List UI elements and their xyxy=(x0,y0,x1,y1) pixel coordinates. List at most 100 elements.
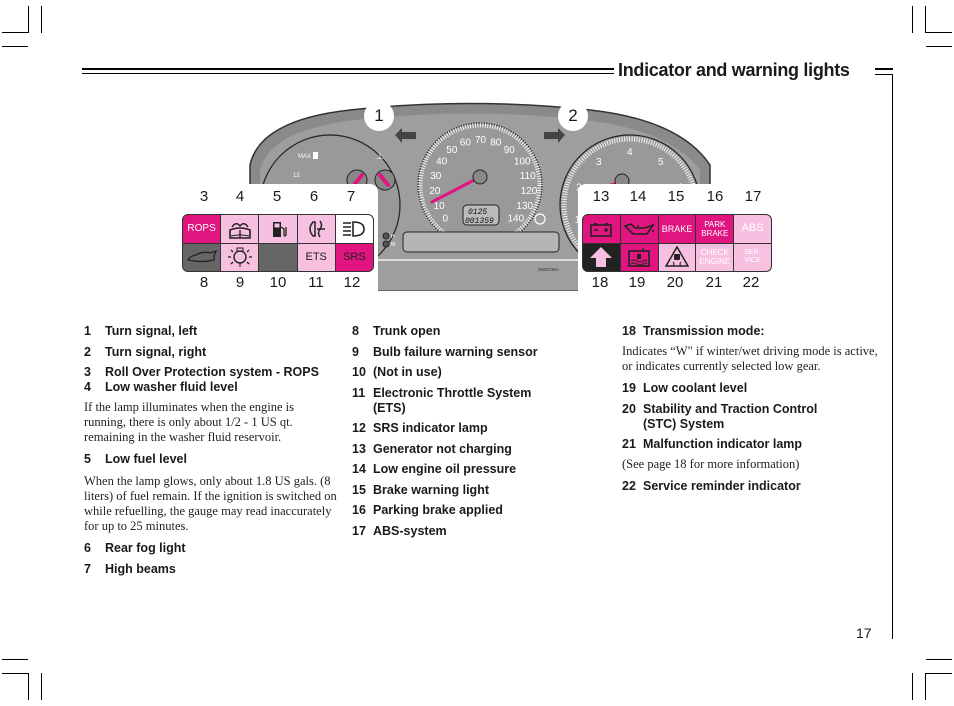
srs-lamp: SRS xyxy=(335,243,373,271)
legend-item: 17 ABS-system xyxy=(352,524,607,539)
brake-lamp: BRAKE xyxy=(658,215,696,243)
speed-dial-label: 40 xyxy=(436,157,448,168)
page-number: 17 xyxy=(856,625,872,641)
item-title: High beams xyxy=(105,561,176,576)
callout-2: 2 xyxy=(558,101,588,131)
speed-dial-label: 0 xyxy=(443,214,449,225)
legend-item: 12 SRS indicator lamp xyxy=(352,421,607,436)
item-title: Transmission mode: xyxy=(643,324,765,338)
item-title: Turn signal, right xyxy=(105,344,207,359)
oil-can-icon xyxy=(623,222,656,235)
callout-number: 4 xyxy=(235,188,245,205)
speed-dial-label: 70 xyxy=(475,135,487,146)
legend-column-left: 1 Turn signal, left 2 Turn signal, right 3… xyxy=(84,324,339,582)
item-number: 12 xyxy=(352,421,366,435)
check-engine-label: ENGINE xyxy=(699,257,731,267)
item-description: Indicates “W" if winter/wet driving mode… xyxy=(622,344,878,373)
speed-dial-label: 10 xyxy=(434,201,446,212)
fuel-lamp xyxy=(259,215,297,243)
brake-label: BRAKE xyxy=(661,223,693,234)
page-title: Indicator and warning lights xyxy=(618,60,850,80)
item-number: 5 xyxy=(84,452,91,466)
temperature-icon: ⊥ xyxy=(376,151,384,161)
crop-mark xyxy=(912,673,913,700)
crop-mark xyxy=(926,673,952,674)
crop-mark xyxy=(912,6,913,33)
right-warning-panel: BRAKE PARK BRAKE ABS CHECK ENGINE SER- V… xyxy=(582,214,772,272)
right-panel-top-numbers: 13 14 15 16 17 xyxy=(582,188,772,205)
fuel-max-label: MAX xyxy=(298,154,311,160)
item-number: 15 xyxy=(352,482,366,497)
item-number: 6 xyxy=(84,541,91,555)
legend-item: 11 Electronic Throttle System (ETS) xyxy=(352,386,552,416)
coolant-icon xyxy=(628,248,650,268)
item-number: 2 xyxy=(84,344,91,359)
crop-mark xyxy=(2,46,28,47)
callout-number: 7 xyxy=(346,188,356,205)
callout-number: 11 xyxy=(308,274,324,291)
check-engine-lamp: CHECK ENGINE xyxy=(696,243,734,271)
callout-number: 17 xyxy=(744,188,762,205)
item-number: 14 xyxy=(352,462,366,476)
item-description: If the lamp illuminates when the engine … xyxy=(84,400,295,444)
speed-dial-label: 80 xyxy=(490,138,502,149)
rear-fog-lamp xyxy=(297,215,335,243)
image-code: 3600738A xyxy=(538,267,559,272)
message-display xyxy=(402,231,560,253)
trip-odometer: 0125 xyxy=(468,208,487,217)
crop-mark xyxy=(926,659,952,660)
svg-text:M: M xyxy=(391,242,395,248)
callout-number: 18 xyxy=(591,274,609,291)
bulb-failure-lamp xyxy=(221,243,259,271)
not-in-use-lamp xyxy=(259,243,297,271)
item-number: 16 xyxy=(352,503,366,517)
legend-item: 5 Low fuel level xyxy=(84,452,339,467)
rpm-dial-label: 3 xyxy=(596,157,602,168)
legend-item: 2 Turn signal, right xyxy=(84,345,339,360)
item-title: Electronic Throttle System (ETS) xyxy=(373,385,532,415)
fuel-pump-icon xyxy=(272,221,287,237)
srs-label: SRS xyxy=(343,250,366,263)
legend-item: 1 Turn signal, left xyxy=(84,324,339,339)
speed-dial-label: 50 xyxy=(446,145,458,156)
item-description: When the lamp glows, only about 1.8 US g… xyxy=(84,474,337,533)
callout-number: 15 xyxy=(667,188,685,205)
abs-lamp: ABS xyxy=(734,215,771,243)
item-number: 4 xyxy=(84,380,91,394)
high-beam-lamp xyxy=(335,215,373,243)
rops-label: ROPS xyxy=(187,223,216,234)
legend-item: 8 Trunk open xyxy=(352,324,607,339)
item-number: 11 xyxy=(352,385,366,400)
crop-mark xyxy=(28,673,29,700)
legend-item: 7 High beams xyxy=(84,562,339,577)
callout-number: 8 xyxy=(199,274,209,291)
speed-dial-label: 140 xyxy=(508,214,525,225)
crop-mark xyxy=(2,659,28,660)
left-panel-bottom-numbers: 8 9 10 11 12 xyxy=(186,274,370,291)
legend-item: 22 Service reminder indicator xyxy=(622,479,880,494)
callout-number: 10 xyxy=(269,274,287,291)
callout-number: 5 xyxy=(272,188,282,205)
callout-number: 9 xyxy=(235,274,245,291)
item-title: Rear fog light xyxy=(105,541,186,555)
washer-fluid-icon xyxy=(228,222,251,239)
stc-lamp xyxy=(658,243,696,271)
item-number: 10 xyxy=(352,365,366,379)
item-number: 13 xyxy=(352,441,366,456)
fuel-icon xyxy=(313,152,318,159)
left-warning-panel: ROPS ETS SRS xyxy=(182,214,374,272)
ets-lamp: ETS xyxy=(297,243,335,271)
item-title: (Not in use) xyxy=(373,365,442,379)
callout-number: 14 xyxy=(629,188,647,205)
generator-lamp xyxy=(583,215,620,243)
crop-mark xyxy=(2,673,28,674)
trunk-open-lamp xyxy=(183,243,221,271)
legend-column-middle: 8 Trunk open 9 Bulb failure warning sensor… xyxy=(352,324,607,544)
speed-dial-label: 100 xyxy=(514,157,531,168)
park-brake-lamp: PARK BRAKE xyxy=(696,215,734,243)
washer-fluid-lamp xyxy=(221,215,259,243)
legend-item: 9 Bulb failure warning sensor xyxy=(352,345,607,360)
item-title: Roll Over Protection system - ROPS xyxy=(105,365,319,379)
bulb-failure-icon xyxy=(227,247,252,268)
legend-item: 15 Brake warning light xyxy=(352,483,607,498)
